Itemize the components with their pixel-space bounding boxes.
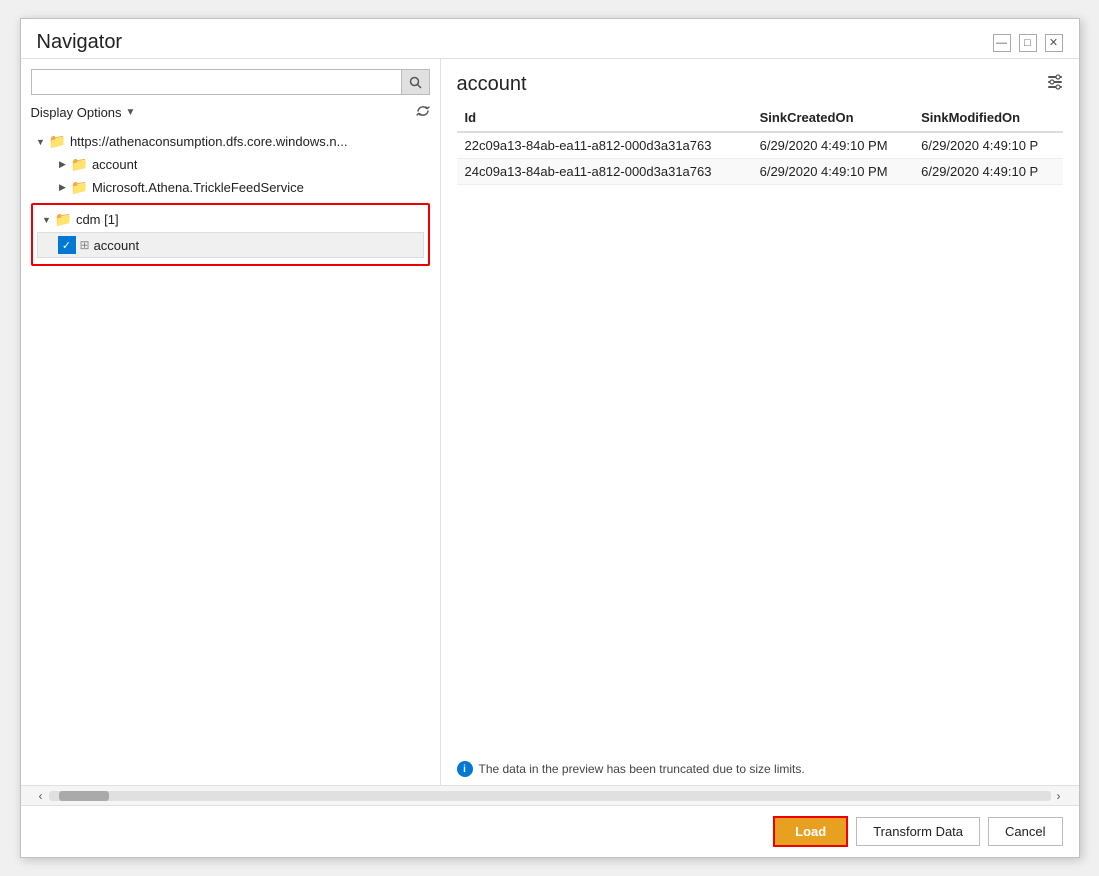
load-button[interactable]: Load (773, 816, 848, 847)
scrollbar-thumb (59, 791, 109, 801)
minimize-button[interactable]: — (993, 34, 1011, 52)
truncated-notice: i The data in the preview has been trunc… (441, 753, 1079, 785)
table-row: 22c09a13-84ab-ea11-a812-000d3a31a763 6/2… (457, 132, 1063, 159)
search-row (31, 69, 430, 95)
checkmark-icon: ✓ (62, 239, 71, 252)
cell-sink-created: 6/29/2020 4:49:10 PM (752, 132, 914, 159)
cdm-selected-box: ▼ 📁 cdm [1] ✓ ⊞ account (31, 203, 430, 266)
right-panel: account Id (441, 59, 1079, 785)
folder-icon: 📁 (49, 133, 66, 150)
tree-item-account[interactable]: ▶ 📁 account (31, 153, 430, 176)
table-row: 24c09a13-84ab-ea11-a812-000d3a31a763 6/2… (457, 159, 1063, 185)
table-header-row: Id SinkCreatedOn SinkModifiedOn (457, 104, 1063, 132)
cell-sink-modified: 6/29/2020 4:49:10 P (913, 132, 1062, 159)
folder-icon-account: 📁 (71, 156, 88, 173)
folder-icon-cdm: 📁 (55, 211, 72, 228)
main-content: Display Options ▼ ▼ 📁 (21, 58, 1079, 785)
tree-item-microsoft[interactable]: ▶ 📁 Microsoft.Athena.TrickleFeedService (31, 176, 430, 199)
data-table-container: Id SinkCreatedOn SinkModifiedOn 22c09a13… (441, 104, 1079, 753)
tree-item-cdm[interactable]: ▼ 📁 cdm [1] (37, 209, 424, 230)
cancel-button[interactable]: Cancel (988, 817, 1062, 846)
refresh-icon (416, 104, 430, 118)
account-checkbox[interactable]: ✓ (58, 236, 76, 254)
expand-icon-account: ▶ (55, 157, 71, 173)
microsoft-label: Microsoft.Athena.TrickleFeedService (92, 180, 304, 195)
action-buttons-row: Load Transform Data Cancel (21, 806, 1079, 857)
folder-icon-microsoft: 📁 (71, 179, 88, 196)
info-icon: i (457, 761, 473, 777)
root-label: https://athenaconsumption.dfs.core.windo… (70, 134, 348, 149)
left-panel: Display Options ▼ ▼ 📁 (21, 59, 441, 785)
bottom-bar: ‹ › Load Transform Data Cancel (21, 785, 1079, 857)
col-id: Id (457, 104, 752, 132)
search-input[interactable] (31, 69, 402, 95)
cell-sink-created: 6/29/2020 4:49:10 PM (752, 159, 914, 185)
horizontal-scrollbar: ‹ › (21, 786, 1079, 806)
cell-sink-modified: 6/29/2020 4:49:10 P (913, 159, 1062, 185)
display-options-label: Display Options (31, 105, 122, 120)
scroll-right-button[interactable]: › (1055, 789, 1063, 803)
dialog-title: Navigator (37, 31, 123, 54)
options-icon (1047, 74, 1063, 90)
table-icon: ⊞ (80, 238, 90, 252)
truncated-text: The data in the preview has been truncat… (479, 762, 805, 776)
expand-icon-cdm: ▼ (39, 212, 55, 228)
scrollbar-track[interactable] (49, 791, 1051, 801)
maximize-button[interactable]: □ (1019, 34, 1037, 52)
search-icon (409, 76, 422, 89)
cell-id: 22c09a13-84ab-ea11-a812-000d3a31a763 (457, 132, 752, 159)
window-controls: — □ ✕ (993, 34, 1063, 52)
preview-header: account (441, 59, 1079, 104)
preview-title: account (457, 73, 527, 96)
preview-options-button[interactable] (1047, 74, 1063, 95)
cdm-account-label: account (94, 238, 140, 253)
account-label: account (92, 157, 138, 172)
refresh-button[interactable] (416, 104, 430, 121)
display-options-button[interactable]: Display Options ▼ (31, 103, 136, 122)
col-sink-created: SinkCreatedOn (752, 104, 914, 132)
data-table: Id SinkCreatedOn SinkModifiedOn 22c09a13… (457, 104, 1063, 185)
cell-id: 24c09a13-84ab-ea11-a812-000d3a31a763 (457, 159, 752, 185)
transform-data-button[interactable]: Transform Data (856, 817, 980, 846)
expand-icon-microsoft: ▶ (55, 180, 71, 196)
navigator-dialog: Navigator — □ ✕ Displ (20, 18, 1080, 858)
close-button[interactable]: ✕ (1045, 34, 1063, 52)
chevron-down-icon: ▼ (126, 107, 136, 118)
tree-area: ▼ 📁 https://athenaconsumption.dfs.core.w… (31, 130, 430, 775)
col-sink-modified: SinkModifiedOn (913, 104, 1062, 132)
title-bar: Navigator — □ ✕ (21, 19, 1079, 58)
display-options-row: Display Options ▼ (31, 103, 430, 122)
tree-item-root[interactable]: ▼ 📁 https://athenaconsumption.dfs.core.w… (31, 130, 430, 153)
cdm-account-row[interactable]: ✓ ⊞ account (37, 232, 424, 258)
expand-icon: ▼ (33, 134, 49, 150)
scroll-left-button[interactable]: ‹ (37, 789, 45, 803)
search-button[interactable] (402, 69, 430, 95)
cdm-label: cdm [1] (76, 212, 119, 227)
